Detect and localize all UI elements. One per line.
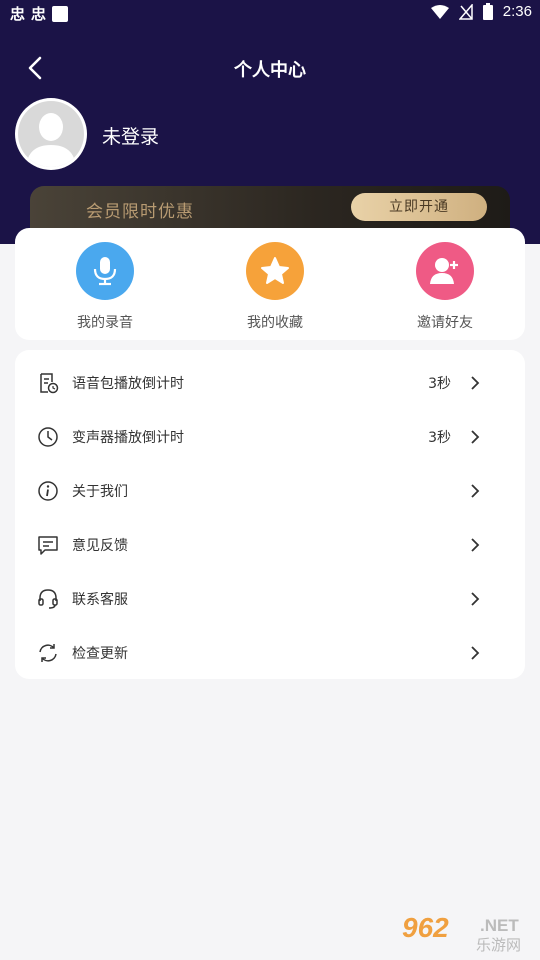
my-recordings-label: 我的录音 [77,315,133,331]
notification-app-icon: 忠 [10,5,26,23]
battery-icon [482,3,493,20]
microphone-icon [93,257,117,286]
chevron-right-icon [471,538,480,552]
login-status[interactable]: 未登录 [102,122,159,149]
menu-item-label: 变声器播放倒计时 [72,430,184,446]
add-user-icon [430,258,458,284]
menu-item-feedback[interactable]: 意见反馈 [15,517,525,571]
menu-item-label: 语音包播放倒计时 [72,376,184,392]
my-favorites-label: 我的收藏 [247,315,303,331]
menu-item-voice-changer-countdown[interactable]: 变声器播放倒计时 3秒 [15,409,525,463]
menu-item-value: 3秒 [428,430,451,446]
menu-item-value: 3秒 [428,376,451,392]
chevron-right-icon [471,646,480,660]
star-icon [261,257,289,284]
page-title: 个人中心 [234,60,306,81]
headset-icon [38,589,58,609]
site-watermark: 962 .NET 乐游网 [402,912,532,956]
menu-item-label: 意见反馈 [72,538,128,554]
status-bar: 忠 忠 2:36 [0,0,540,26]
menu-item-check-update[interactable]: 检查更新 [15,625,525,679]
invite-friends-button[interactable]: 邀请好友 [395,242,495,332]
watermark-chinese: 乐游网 [476,936,522,954]
info-icon [38,481,58,501]
vip-promo-text: 会员限时优惠 [86,202,194,222]
document-clock-icon [40,373,59,394]
activate-vip-button[interactable]: 立即开通 [351,193,487,221]
invite-friends-label: 邀请好友 [417,315,473,331]
menu-item-customer-service[interactable]: 联系客服 [15,571,525,625]
chevron-right-icon [471,376,480,390]
notification-square-icon [52,5,69,22]
refresh-icon [39,644,57,662]
watermark-number: 962 [402,912,449,943]
clock-time: 2:36 [502,3,532,20]
menu-item-label: 关于我们 [72,484,128,500]
chevron-right-icon [471,484,480,498]
no-signal-icon [458,3,473,20]
chevron-right-icon [471,592,480,606]
notification-app-icon: 忠 [31,5,47,23]
wifi-icon [430,4,449,19]
chevron-right-icon [471,430,480,444]
my-favorites-button[interactable]: 我的收藏 [225,242,325,332]
menu-item-about-us[interactable]: 关于我们 [15,463,525,517]
my-recordings-button[interactable]: 我的录音 [55,242,155,332]
watermark-suffix: .NET [480,916,519,935]
clock-icon [38,427,58,447]
menu-item-voice-pack-countdown[interactable]: 语音包播放倒计时 3秒 [15,355,525,409]
chat-icon [38,536,58,555]
menu-item-label: 检查更新 [72,646,128,662]
quick-actions-card: 我的录音 我的收藏 邀请好友 [15,228,525,340]
avatar[interactable] [15,98,87,170]
menu-item-label: 联系客服 [72,592,128,608]
default-user-icon [26,113,76,167]
settings-menu-card: 语音包播放倒计时 3秒 变声器播放倒计时 3秒 关于我们 意见反馈 联系客服 检… [15,350,525,679]
